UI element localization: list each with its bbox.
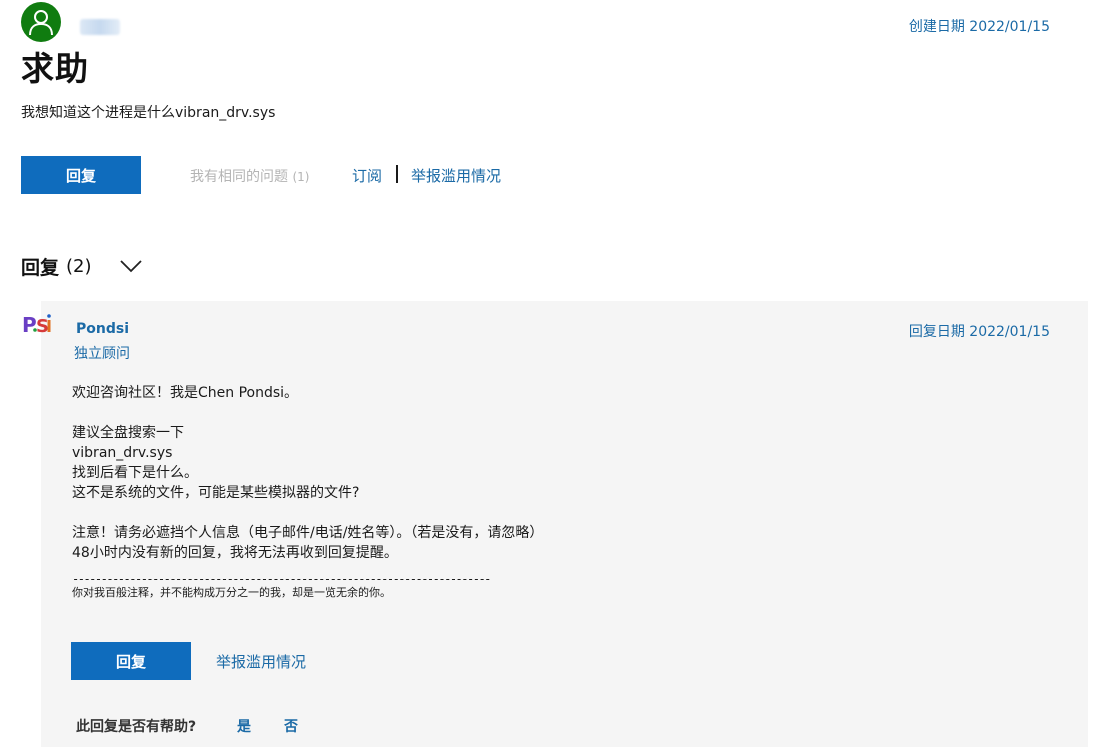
svg-text:S: S xyxy=(36,316,49,337)
reply-line-note: 这不是系统的文件，可能是某些模拟器的文件? xyxy=(72,485,360,501)
action-divider xyxy=(396,165,398,183)
reply-date: 回复日期 2022/01/15 xyxy=(908,324,1050,340)
question-report-abuse-link[interactable]: 举报滥用情况 xyxy=(411,165,501,186)
subscribe-link[interactable]: 订阅 xyxy=(352,165,382,186)
question-created-date: 创建日期 2022/01/15 xyxy=(908,19,1050,35)
reply-reply-button[interactable]: 回复 xyxy=(71,642,191,680)
signature-separator: ----------------------------------------… xyxy=(72,572,491,586)
question-author-name-redacted xyxy=(80,19,120,35)
replies-count: (2) xyxy=(66,256,92,277)
same-question-button[interactable]: 我有相同的问题 (1) xyxy=(190,166,309,186)
reply-line-search: 建议全盘搜索一下 xyxy=(72,425,184,441)
reply-author-avatar[interactable]: P S xyxy=(22,310,52,338)
page: 创建日期 2022/01/15 求助 我想知道这个进程是什么vibran_drv… xyxy=(0,0,1100,747)
reply-line-filename: vibran_drv.sys xyxy=(72,445,173,461)
helpful-yes-button[interactable]: 是 xyxy=(237,716,251,736)
reply-author-role: 独立顾问 xyxy=(74,346,130,362)
reply-author-name[interactable]: Pondsi xyxy=(76,321,129,337)
reply-signature: 你对我百般注释，并不能构成万分之一的我，却是一览无余的你。 xyxy=(72,586,391,599)
svg-text:P: P xyxy=(22,313,37,337)
question-reply-button[interactable]: 回复 xyxy=(21,156,141,194)
helpful-no-button[interactable]: 否 xyxy=(284,716,298,736)
same-question-label: 我有相同的问题 xyxy=(190,169,288,185)
replies-toggle[interactable] xyxy=(119,258,142,277)
replies-header: 回复 (2) xyxy=(21,253,142,280)
reply-line-privacy: 注意！请务必遮挡个人信息（电子邮件/电话/姓名等）。（若是没有，请忽略） xyxy=(72,525,544,541)
user-icon xyxy=(29,10,53,36)
same-question-count: (1) xyxy=(292,170,310,184)
reply-body: 欢迎咨询社区！我是Chen Pondsi。 建议全盘搜索一下 vibran_dr… xyxy=(72,383,1052,601)
helpful-question: 此回复是否有帮助? xyxy=(76,719,197,735)
question-author-avatar[interactable] xyxy=(21,2,61,42)
question-title: 求助 xyxy=(21,49,89,88)
reply-spacer xyxy=(72,503,1052,523)
question-body: 我想知道这个进程是什么vibran_drv.sys xyxy=(21,105,276,121)
reply-spacer xyxy=(72,563,1052,571)
pondsi-logo-icon: P S xyxy=(22,313,51,337)
chevron-down-icon xyxy=(119,260,142,273)
reply-line-reminder: 48小时内没有新的回复，我将无法再收到回复提醒。 xyxy=(72,545,398,561)
reply-line-check: 找到后看下是什么。 xyxy=(72,465,198,481)
reply-report-abuse-link[interactable]: 举报滥用情况 xyxy=(216,651,306,672)
reply-line-greeting: 欢迎咨询社区！我是Chen Pondsi。 xyxy=(72,385,299,401)
replies-title: 回复 xyxy=(21,257,60,279)
reply-spacer xyxy=(72,403,1052,423)
